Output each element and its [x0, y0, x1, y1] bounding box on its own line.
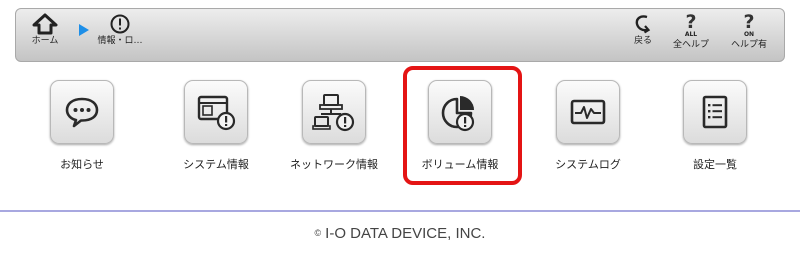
top-toolbar: ホーム 情報・ロ… 戻る ? ALL 全ヘルプ ? ON ヘルプ有	[15, 8, 785, 62]
back-icon	[635, 15, 651, 34]
help-on-sub: ON	[743, 31, 755, 38]
tile-system-info[interactable]: システム情報	[166, 80, 266, 172]
tile-notifications[interactable]: お知らせ	[32, 80, 132, 172]
speech-bubble-icon	[65, 97, 99, 128]
highlight-frame	[403, 66, 522, 185]
tile-label-network-info: ネットワーク情報	[290, 158, 378, 171]
all-help-button[interactable]: ? ALL 全ヘルプ	[668, 13, 714, 51]
back-button[interactable]: 戻る	[628, 13, 658, 47]
settings-list-button[interactable]	[683, 80, 747, 144]
tile-label-notifications: お知らせ	[60, 158, 104, 171]
home-button[interactable]: ホーム	[24, 13, 66, 47]
back-label: 戻る	[633, 36, 652, 46]
tile-network-info[interactable]: ネットワーク情報	[284, 80, 384, 172]
network-info-button[interactable]	[302, 80, 366, 144]
tile-label-system-info: システム情報	[183, 158, 249, 171]
help-all-sub: ALL	[684, 31, 698, 38]
system-log-icon	[570, 99, 606, 125]
help-on-label: ヘルプ有	[730, 40, 767, 50]
tile-label-settings-list: 設定一覧	[693, 158, 737, 171]
help-all-icon: ?	[685, 11, 697, 33]
tile-label-system-log: システムログ	[555, 158, 621, 171]
system-info-button[interactable]	[184, 80, 248, 144]
breadcrumb-arrow-icon	[79, 24, 89, 36]
tile-settings-list[interactable]: 設定一覧	[665, 80, 765, 172]
breadcrumb-info-log[interactable]: 情報・ロ…	[90, 13, 150, 47]
info-alert-icon	[110, 14, 130, 34]
home-label: ホーム	[31, 36, 59, 46]
notifications-button[interactable]	[50, 80, 114, 144]
copyright-symbol: ©	[314, 228, 322, 238]
network-info-icon	[312, 94, 355, 132]
system-log-button[interactable]	[556, 80, 620, 144]
all-help-label: 全ヘルプ	[672, 40, 709, 50]
system-info-icon	[197, 95, 236, 131]
help-on-icon: ?	[743, 11, 755, 33]
help-on-button[interactable]: ? ON ヘルプ有	[721, 13, 777, 51]
footer-divider	[0, 210, 800, 212]
copyright-text: I-O DATA DEVICE, INC.	[325, 225, 486, 242]
home-icon	[32, 13, 58, 35]
settings-list-icon	[702, 95, 728, 129]
footer-copyright: © I-O DATA DEVICE, INC.	[0, 225, 800, 242]
tile-system-log[interactable]: システムログ	[538, 80, 638, 172]
breadcrumb-info-label: 情報・ロ…	[97, 36, 143, 46]
